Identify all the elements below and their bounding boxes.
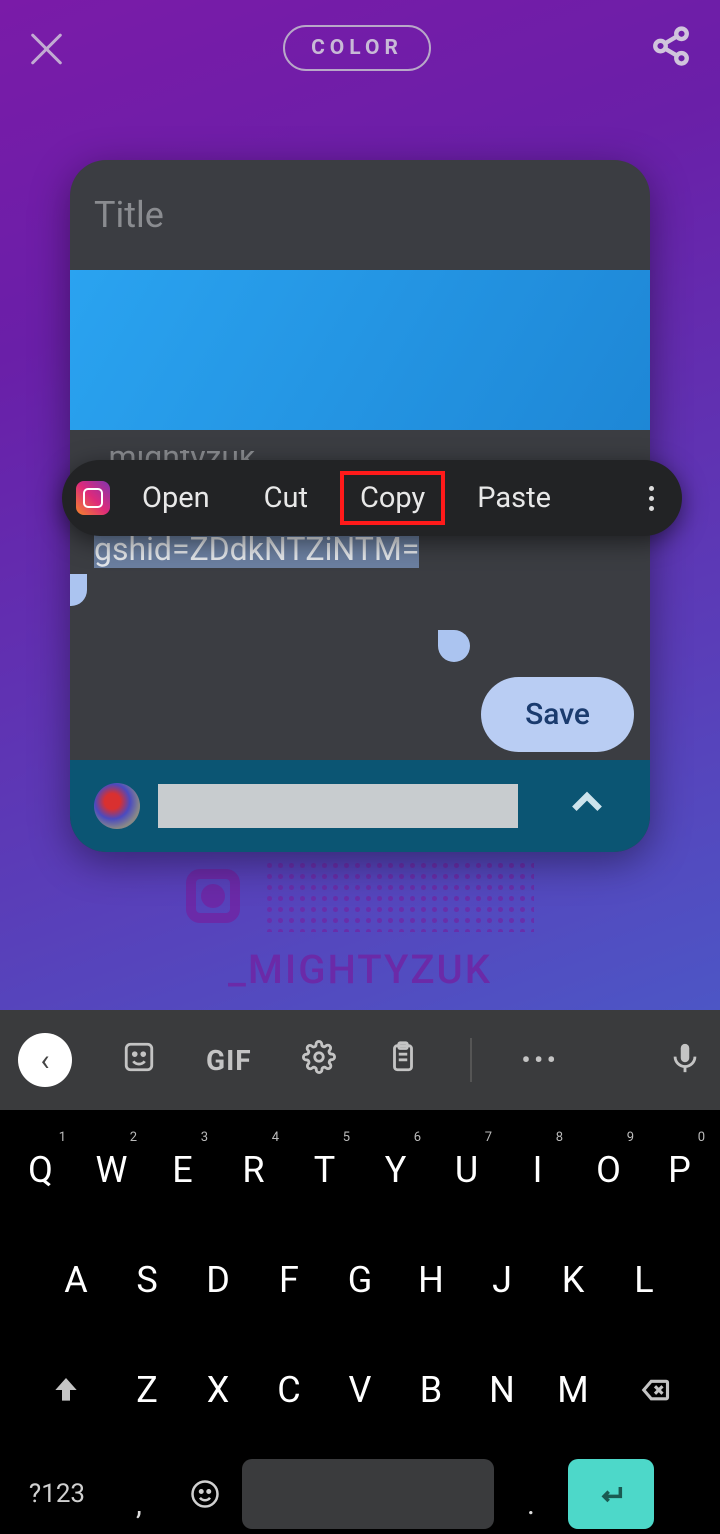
- key-x[interactable]: X: [183, 1344, 254, 1436]
- emoji-key[interactable]: [176, 1479, 234, 1509]
- cover-image-area[interactable]: [70, 270, 650, 430]
- key-s[interactable]: S: [112, 1234, 183, 1326]
- instagram-icon[interactable]: [76, 481, 110, 515]
- key-v[interactable]: V: [325, 1344, 396, 1436]
- qr-username: _MIGHTYZUK: [80, 946, 640, 993]
- key-d[interactable]: D: [183, 1234, 254, 1326]
- keyboard-back-button[interactable]: ‹: [18, 1033, 72, 1087]
- key-i[interactable]: I8: [502, 1124, 573, 1216]
- key-h[interactable]: H: [396, 1234, 467, 1326]
- qr-preview: _MIGHTYZUK: [80, 850, 640, 993]
- key-e[interactable]: E3: [147, 1124, 218, 1216]
- key-u[interactable]: U7: [431, 1124, 502, 1216]
- prompt-bar: [70, 760, 650, 852]
- key-z[interactable]: Z: [112, 1344, 183, 1436]
- context-menu: Open Cut Copy Paste: [62, 460, 682, 536]
- context-more-icon[interactable]: [639, 486, 664, 511]
- context-paste[interactable]: Paste: [455, 471, 573, 525]
- key-p[interactable]: P0: [644, 1124, 715, 1216]
- shift-key[interactable]: [20, 1344, 112, 1436]
- avatar[interactable]: [94, 783, 140, 829]
- selection-handle-end[interactable]: [438, 630, 470, 662]
- key-l[interactable]: L: [609, 1234, 680, 1326]
- key-w[interactable]: W2: [76, 1124, 147, 1216]
- key-g[interactable]: G: [325, 1234, 396, 1326]
- key-n[interactable]: N: [467, 1344, 538, 1436]
- settings-icon[interactable]: [302, 1040, 336, 1081]
- qr-dots: [264, 860, 534, 932]
- key-y[interactable]: Y6: [360, 1124, 431, 1216]
- key-b[interactable]: B: [396, 1344, 467, 1436]
- mic-icon[interactable]: [668, 1038, 702, 1082]
- key-o[interactable]: O9: [573, 1124, 644, 1216]
- comma-key[interactable]: ,: [110, 1456, 168, 1532]
- context-copy[interactable]: Copy: [340, 471, 445, 525]
- sticker-icon[interactable]: [122, 1040, 156, 1081]
- title-input[interactable]: Title: [70, 160, 650, 270]
- selection-handle-start[interactable]: [70, 574, 87, 606]
- instagram-qr-corner-icon: [186, 869, 240, 923]
- key-m[interactable]: M: [538, 1344, 609, 1436]
- period-key[interactable]: .: [502, 1456, 560, 1532]
- key-k[interactable]: K: [538, 1234, 609, 1326]
- context-cut[interactable]: Cut: [242, 471, 330, 525]
- clipboard-icon[interactable]: [386, 1040, 420, 1081]
- backspace-key[interactable]: [609, 1344, 701, 1436]
- key-f[interactable]: F: [254, 1234, 325, 1326]
- space-key[interactable]: [242, 1459, 494, 1529]
- symbols-key[interactable]: ?123: [12, 1454, 102, 1534]
- share-icon[interactable]: [650, 25, 692, 71]
- title-placeholder: Title: [94, 194, 164, 236]
- key-r[interactable]: R4: [218, 1124, 289, 1216]
- keyboard-toolbar: ‹ GIF •••: [0, 1010, 720, 1110]
- color-button[interactable]: COLOR: [283, 25, 431, 71]
- separator: [470, 1038, 472, 1082]
- key-q[interactable]: Q1: [5, 1124, 76, 1216]
- close-icon[interactable]: [28, 30, 64, 66]
- prompt-input[interactable]: [158, 784, 518, 828]
- keyboard: Q1W2E3R4T5Y6U7I8O9P0 ASDFGHJKL ZXCVBNM ?…: [0, 1110, 720, 1534]
- key-a[interactable]: A: [41, 1234, 112, 1326]
- key-j[interactable]: J: [467, 1234, 538, 1326]
- chevron-up-icon[interactable]: [568, 785, 606, 827]
- save-button[interactable]: Save: [481, 677, 634, 752]
- key-t[interactable]: T5: [289, 1124, 360, 1216]
- context-open[interactable]: Open: [120, 471, 232, 525]
- key-c[interactable]: C: [254, 1344, 325, 1436]
- gif-button[interactable]: GIF: [206, 1044, 252, 1077]
- keyboard-more-icon[interactable]: •••: [522, 1046, 560, 1074]
- enter-key[interactable]: [568, 1459, 654, 1529]
